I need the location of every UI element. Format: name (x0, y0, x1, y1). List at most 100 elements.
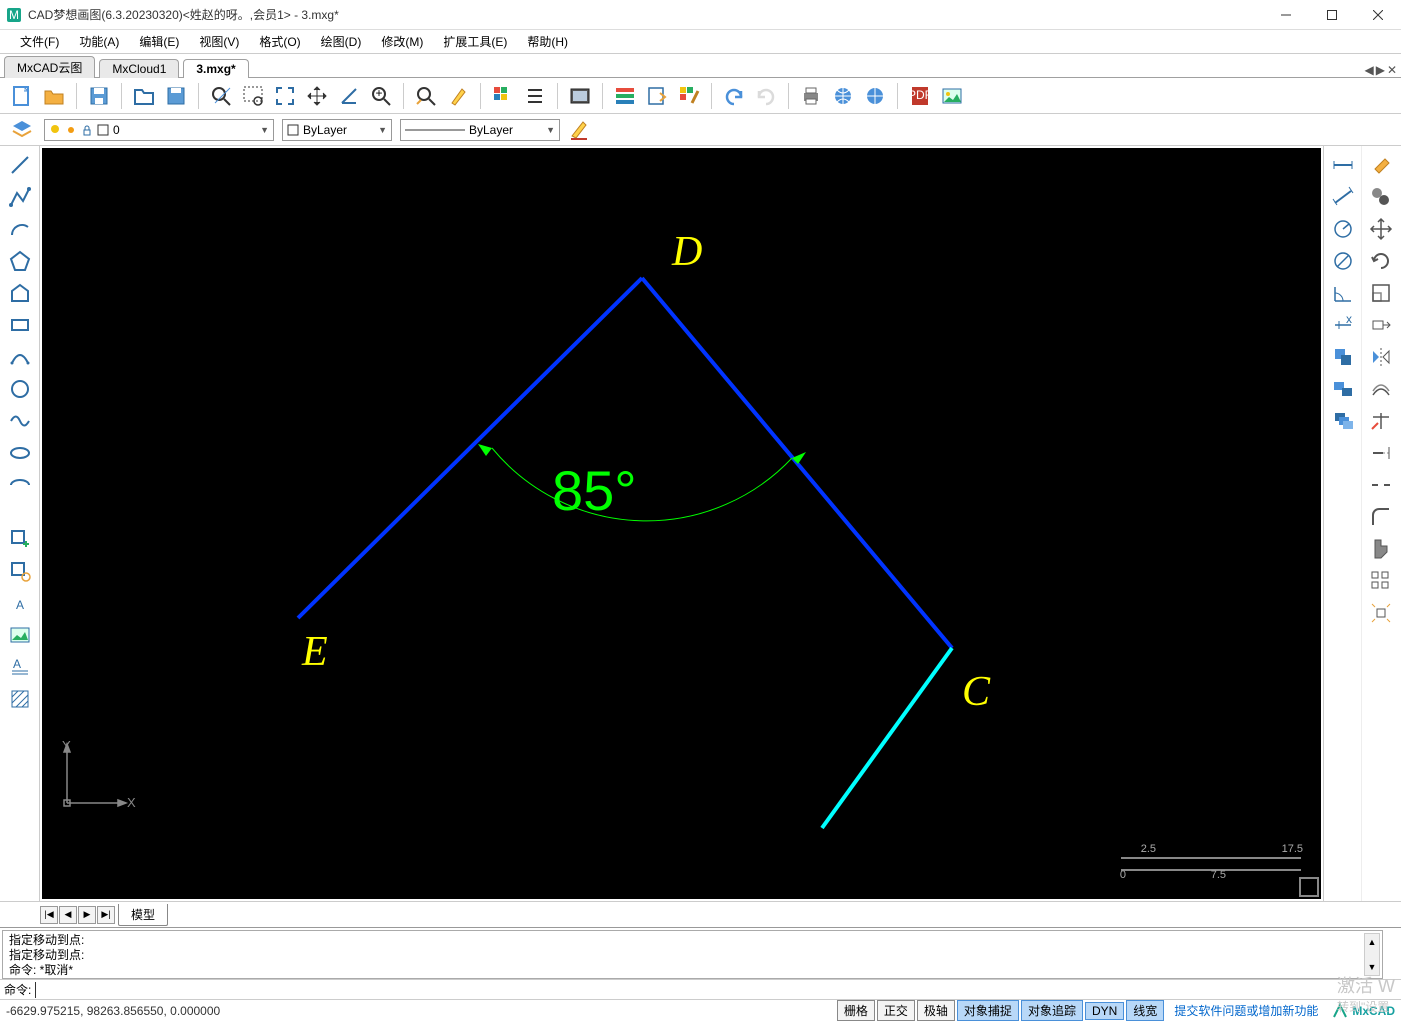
viewport-corner[interactable] (1299, 877, 1319, 897)
scale-tool[interactable] (1365, 278, 1397, 308)
edit-pencil-icon[interactable] (568, 118, 592, 142)
measure-angle-button[interactable] (335, 82, 363, 110)
command-input[interactable] (35, 982, 1383, 998)
toggle-grid[interactable]: 栅格 (837, 1000, 875, 1021)
properties-button[interactable] (675, 82, 703, 110)
image-insert-tool[interactable] (4, 620, 36, 650)
layers-icon[interactable] (8, 116, 36, 144)
extend-tool[interactable] (1365, 438, 1397, 468)
mirror-tool[interactable] (1365, 342, 1397, 372)
tab-3mxg[interactable]: 3.mxg* (183, 59, 248, 78)
stack-tool[interactable] (1327, 374, 1359, 404)
trim-tool[interactable] (1365, 406, 1397, 436)
pdf-button[interactable]: PDF (906, 82, 934, 110)
pentagon-tool[interactable] (4, 278, 36, 308)
highlight-button[interactable] (444, 82, 472, 110)
layout-first-button[interactable]: |◀ (40, 906, 58, 924)
minimize-button[interactable] (1263, 0, 1309, 30)
arc-tool[interactable] (4, 214, 36, 244)
hatch-tool[interactable] (4, 684, 36, 714)
new-file-button[interactable] (8, 82, 36, 110)
zoom-window-button[interactable] (207, 82, 235, 110)
find-button[interactable] (412, 82, 440, 110)
menu-format[interactable]: 格式(O) (249, 30, 310, 53)
web2-button[interactable] (861, 82, 889, 110)
layout-next-button[interactable]: ▶ (78, 906, 96, 924)
array-tool[interactable] (1365, 566, 1397, 596)
screenshot-button[interactable] (566, 82, 594, 110)
chamfer-tool[interactable] (1365, 534, 1397, 564)
print-button[interactable] (797, 82, 825, 110)
menu-edit[interactable]: 编辑(E) (129, 30, 189, 53)
open-button[interactable] (130, 82, 158, 110)
offset-tool[interactable] (1365, 374, 1397, 404)
image-button[interactable] (938, 82, 966, 110)
stretch-tool[interactable] (1365, 310, 1397, 340)
save-as-button[interactable] (162, 82, 190, 110)
scroll-up-icon[interactable]: ▲ (1365, 934, 1379, 950)
layout-last-button[interactable]: ▶| (97, 906, 115, 924)
menu-file[interactable]: 文件(F) (10, 30, 69, 53)
tab-mxcloud1[interactable]: MxCloud1 (99, 59, 179, 78)
toggle-otrack[interactable]: 对象追踪 (1021, 1000, 1083, 1021)
dim-ordinate-tool[interactable]: x (1327, 310, 1359, 340)
menu-view[interactable]: 视图(V) (189, 30, 249, 53)
toggle-osnap[interactable]: 对象捕捉 (957, 1000, 1019, 1021)
zoom-rect-button[interactable] (239, 82, 267, 110)
web-button[interactable] (829, 82, 857, 110)
model-tab[interactable]: 模型 (118, 904, 168, 926)
command-scrollbar[interactable]: ▲ ▼ (1364, 933, 1380, 976)
layer-stack-tool[interactable] (1327, 406, 1359, 436)
spline-tool[interactable] (4, 406, 36, 436)
arc3p-tool[interactable] (4, 342, 36, 372)
dim-diameter-tool[interactable] (1327, 246, 1359, 276)
copy-tool[interactable] (1365, 182, 1397, 212)
drawing-canvas[interactable]: D E C 85° X Y 2.5 17.5 0 7.5 (42, 148, 1321, 899)
polygon-tool[interactable] (4, 246, 36, 276)
text-tool[interactable]: A (4, 588, 36, 618)
explode-tool[interactable] (1365, 598, 1397, 628)
line-tool[interactable] (4, 150, 36, 180)
tab-scroll-left-icon[interactable]: ◀ (1364, 63, 1373, 77)
zoom-extents-button[interactable] (271, 82, 299, 110)
toggle-ortho[interactable]: 正交 (877, 1000, 915, 1021)
open-folder-button[interactable] (40, 82, 68, 110)
linetype-selector[interactable]: ByLayer ▼ (400, 119, 560, 141)
copy-rect-tool[interactable] (1327, 342, 1359, 372)
color-grid-button[interactable] (489, 82, 517, 110)
tab-close-icon[interactable]: ✕ (1387, 63, 1397, 77)
menu-draw[interactable]: 绘图(D) (311, 30, 372, 53)
menu-func[interactable]: 功能(A) (69, 30, 129, 53)
dim-radius-tool[interactable] (1327, 214, 1359, 244)
save-button[interactable] (85, 82, 113, 110)
ellipse-arc-tool[interactable] (4, 470, 36, 500)
toggle-dyn[interactable]: DYN (1085, 1002, 1124, 1020)
menu-modify[interactable]: 修改(M) (371, 30, 433, 53)
rectangle-tool[interactable] (4, 310, 36, 340)
erase-tool[interactable] (1365, 150, 1397, 180)
circle-tool[interactable] (4, 374, 36, 404)
toggle-lineweight[interactable]: 线宽 (1126, 1000, 1164, 1021)
menu-ext[interactable]: 扩展工具(E) (433, 30, 517, 53)
move-tool[interactable] (1365, 214, 1397, 244)
redo-button[interactable] (752, 82, 780, 110)
pan-button[interactable] (303, 82, 331, 110)
dim-linear-tool[interactable] (1327, 150, 1359, 180)
break-tool[interactable] (1365, 470, 1397, 500)
tab-scroll-right-icon[interactable]: ▶ (1376, 63, 1385, 77)
dim-aligned-tool[interactable] (1327, 182, 1359, 212)
maximize-button[interactable] (1309, 0, 1355, 30)
color-selector[interactable]: ByLayer ▼ (282, 119, 392, 141)
toggle-polar[interactable]: 极轴 (917, 1000, 955, 1021)
close-button[interactable] (1355, 0, 1401, 30)
list-button[interactable] (521, 82, 549, 110)
palette-button[interactable] (611, 82, 639, 110)
fillet-tool[interactable] (1365, 502, 1397, 532)
block-insert-tool[interactable] (4, 524, 36, 554)
ellipse-tool[interactable] (4, 438, 36, 468)
polyline-tool[interactable] (4, 182, 36, 212)
zoom-realtime-button[interactable]: + (367, 82, 395, 110)
export-button[interactable] (643, 82, 671, 110)
rotate-tool[interactable] (1365, 246, 1397, 276)
layer-selector[interactable]: 0 ▼ (44, 119, 274, 141)
